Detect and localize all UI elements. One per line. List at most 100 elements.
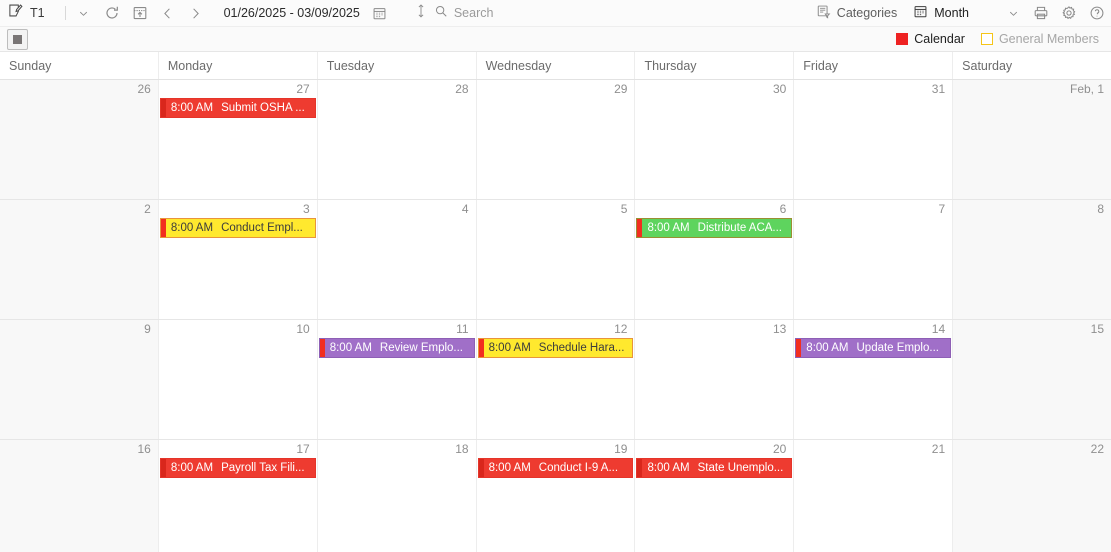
day-cell[interactable]: 19 8:00 AM Conduct I-9 A... [476, 440, 636, 552]
day-cell[interactable]: 17 8:00 AM Payroll Tax Fili... [158, 440, 318, 552]
day-number: 31 [931, 82, 946, 96]
day-cell[interactable]: 15 [953, 320, 1111, 439]
day-header-monday: Monday [159, 52, 318, 79]
day-cell[interactable]: 2 [0, 200, 159, 319]
day-number: 7 [938, 202, 946, 216]
event-title: Payroll Tax Fili... [221, 462, 305, 474]
day-events: 8:00 AM Payroll Tax Fili... [159, 458, 317, 478]
date-range-label: 01/26/2025 - 03/09/2025 [223, 6, 360, 20]
day-cell[interactable]: 9 [0, 320, 159, 439]
calendar-event[interactable]: 8:00 AM Schedule Hara... [477, 338, 634, 358]
calendar-event[interactable]: 8:00 AM Update Emplo... [795, 338, 952, 358]
printer-icon[interactable] [1027, 1, 1055, 25]
legend-item-calendar[interactable]: Calendar [896, 32, 965, 46]
event-category-bar [319, 339, 325, 357]
day-cell[interactable]: 8 [953, 200, 1111, 319]
day-of-week-header: Sunday Monday Tuesday Wednesday Thursday… [0, 52, 1111, 80]
event-time: 8:00 AM [647, 222, 690, 234]
day-events: 8:00 AM Conduct I-9 A... [477, 458, 635, 478]
calendar-event[interactable]: 8:00 AM Review Emplo... [318, 338, 475, 358]
day-number: 27 [296, 82, 310, 96]
day-cell[interactable]: 18 [317, 440, 477, 552]
day-cell[interactable]: 10 [158, 320, 318, 439]
help-circle-icon[interactable] [1083, 1, 1111, 25]
day-cell[interactable]: 3 8:00 AM Conduct Empl... [158, 200, 318, 319]
categories-label: Categories [836, 6, 898, 20]
legend-label-calendar: Calendar [914, 32, 965, 46]
event-title: Conduct I-9 A... [538, 462, 619, 474]
category-legend-bar: Calendar General Members [0, 27, 1111, 52]
day-cell[interactable]: 13 [635, 320, 795, 439]
square-filled-icon[interactable] [7, 28, 28, 50]
sort-vertical-icon[interactable] [414, 3, 428, 24]
day-cell[interactable]: 27 8:00 AM Submit OSHA ... [158, 80, 318, 199]
day-number: 29 [614, 82, 628, 96]
day-cell[interactable]: 21 [794, 440, 954, 552]
day-cell[interactable]: 4 [317, 200, 477, 319]
day-cell[interactable]: 29 [476, 80, 636, 199]
event-time: 8:00 AM [170, 462, 214, 474]
day-number: 4 [461, 202, 469, 216]
event-time: 8:00 AM [170, 222, 214, 234]
day-events: 8:00 AM State Unemplo... [635, 458, 793, 478]
categories-filter-icon [816, 4, 831, 22]
calendar-event[interactable]: 8:00 AM Conduct Empl... [159, 218, 316, 238]
legend-swatch-calendar [896, 33, 909, 45]
event-category-bar [796, 339, 802, 357]
day-cell[interactable]: Feb, 1 [953, 80, 1111, 199]
day-number: 9 [144, 322, 151, 336]
chevron-left-icon[interactable] [154, 1, 182, 25]
gear-icon[interactable] [1055, 1, 1083, 25]
main-toolbar: T1 01/26/2025 - 03/09/2025 Search Catego… [0, 0, 1111, 27]
day-cell[interactable]: 11 8:00 AM Review Emplo... [317, 320, 477, 439]
day-cell[interactable]: 22 [953, 440, 1111, 552]
today-calendar-icon[interactable] [126, 1, 154, 25]
calendar-event[interactable]: 8:00 AM Conduct I-9 A... [477, 458, 634, 478]
calendar-event[interactable]: 8:00 AM Payroll Tax Fili... [159, 458, 316, 478]
calendar-event[interactable]: 8:00 AM Submit OSHA ... [159, 98, 316, 118]
event-time: 8:00 AM [806, 342, 849, 354]
note-edit-icon [8, 3, 23, 23]
refresh-icon[interactable] [98, 1, 126, 25]
event-category-bar [478, 339, 484, 357]
day-cell[interactable]: 16 [0, 440, 159, 552]
day-number: 6 [779, 202, 787, 216]
calendar-icon[interactable] [366, 1, 394, 25]
day-cell[interactable]: 5 [476, 200, 636, 319]
day-cell[interactable]: 31 [794, 80, 954, 199]
day-cell[interactable]: 28 [317, 80, 477, 199]
chevron-down-icon[interactable] [70, 1, 98, 25]
event-time: 8:00 AM [647, 462, 690, 474]
search-area[interactable] [414, 3, 584, 24]
day-cell[interactable]: 7 [794, 200, 954, 319]
event-category-bar [637, 219, 643, 237]
document-tab[interactable]: T1 [0, 0, 55, 27]
search-input[interactable] [453, 6, 584, 20]
day-number: 12 [614, 322, 628, 336]
legend-item-general-members[interactable]: General Members [980, 32, 1099, 46]
event-title: Update Emplo... [856, 342, 939, 354]
week-row: 16 17 8:00 AM Payroll Tax Fili... 18 19 8:00 A… [0, 440, 1111, 552]
calendar-event[interactable]: 8:00 AM State Unemplo... [636, 458, 793, 478]
day-cell[interactable]: 30 [635, 80, 795, 199]
chevron-right-icon[interactable] [182, 1, 210, 25]
calendar-event[interactable]: 8:00 AM Distribute ACA... [636, 218, 793, 238]
day-cell[interactable]: 14 8:00 AM Update Emplo... [794, 320, 954, 439]
view-mode-button[interactable]: Month [905, 1, 977, 25]
day-cell[interactable]: 6 8:00 AM Distribute ACA... [635, 200, 795, 319]
event-time: 8:00 AM [170, 102, 214, 114]
week-row: 26 27 8:00 AM Submit OSHA ... 28 29 30 31 Feb, 1 [0, 80, 1111, 200]
categories-button[interactable]: Categories [808, 1, 905, 25]
day-cell[interactable]: 12 8:00 AM Schedule Hara... [476, 320, 636, 439]
legend-swatch-general-members [980, 33, 993, 45]
day-events: 8:00 AM Review Emplo... [318, 338, 476, 358]
day-cell[interactable]: 26 [0, 80, 159, 199]
day-events: 8:00 AM Submit OSHA ... [159, 98, 317, 118]
day-number: 22 [1090, 442, 1105, 456]
calendar-month-icon [913, 4, 928, 22]
day-header-sunday: Sunday [0, 52, 159, 79]
day-number: 8 [1097, 202, 1105, 216]
view-dropdown-chevron-down-icon[interactable] [999, 1, 1027, 25]
day-number: 30 [772, 82, 787, 96]
day-cell[interactable]: 20 8:00 AM State Unemplo... [635, 440, 795, 552]
